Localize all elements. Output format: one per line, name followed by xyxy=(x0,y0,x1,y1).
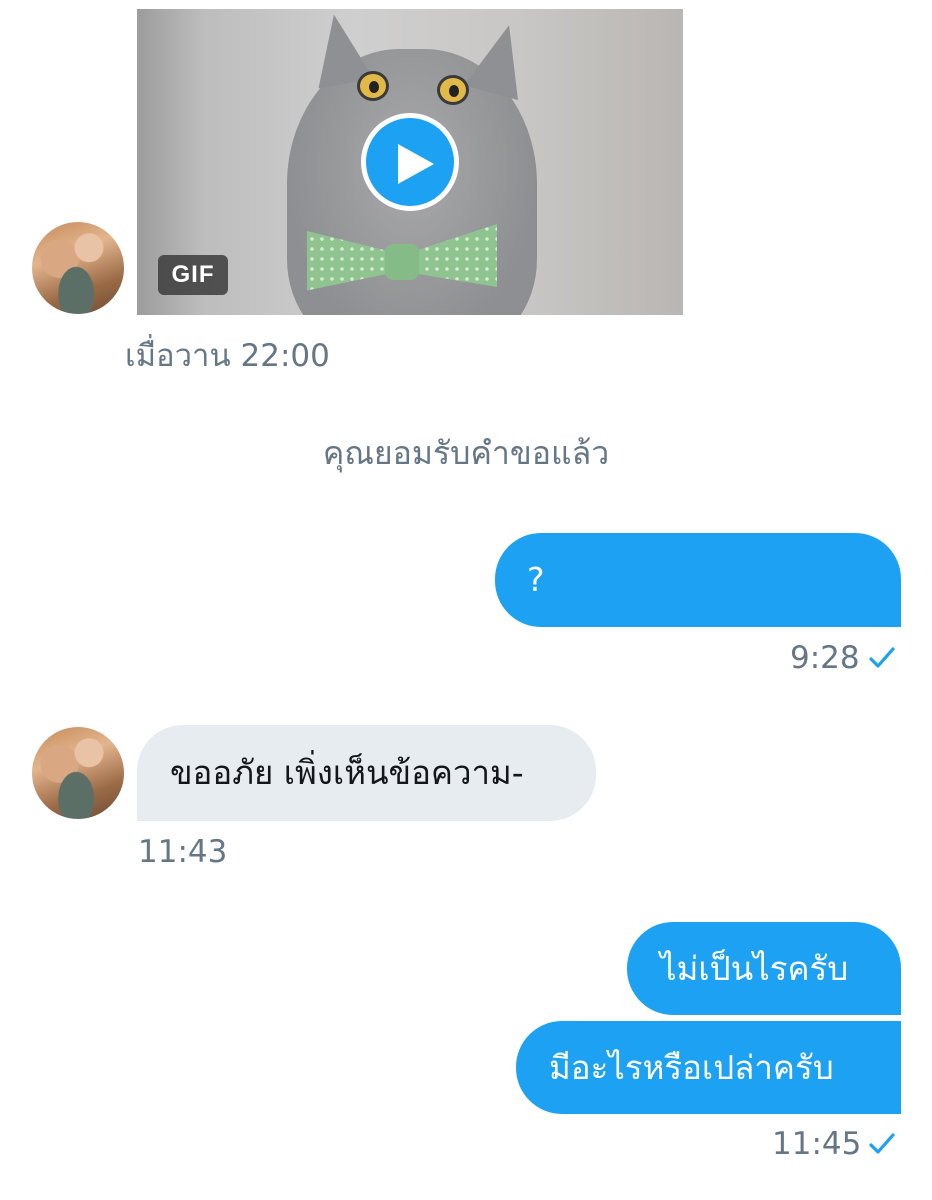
play-button[interactable] xyxy=(361,113,459,211)
request-accepted-note: คุณยอมรับคำขอแล้ว xyxy=(322,434,610,472)
message-bubble-incoming[interactable]: ขออภัย เพิ่งเห็นข้อความ- xyxy=(137,725,596,821)
message-timestamp: 11:43 xyxy=(138,834,228,870)
message-timestamp: 9:28 xyxy=(790,640,860,676)
gif-badge: GIF xyxy=(158,255,228,295)
message-timestamp: 11:45 xyxy=(772,1126,862,1162)
contact-avatar[interactable] xyxy=(32,222,124,314)
message-bubble-outgoing[interactable]: ? xyxy=(495,533,901,627)
message-bubble-outgoing[interactable]: มีอะไรหรือเปล่าครับ xyxy=(516,1021,901,1114)
message-bubble-outgoing[interactable]: ไม่เป็นไรครับ xyxy=(627,922,901,1015)
message-text: ? xyxy=(527,560,545,600)
message-text: มีอะไรหรือเปล่าครับ xyxy=(549,1047,834,1087)
play-icon xyxy=(398,144,434,184)
contact-avatar[interactable] xyxy=(32,727,124,819)
sent-check-icon xyxy=(869,1133,895,1154)
sent-check-icon xyxy=(869,647,895,668)
message-text: ไม่เป็นไรครับ xyxy=(660,948,849,988)
bowtie-image xyxy=(307,224,497,304)
gif-message-timestamp: เมื่อวาน 22:00 xyxy=(125,338,330,374)
message-text: ขออภัย เพิ่งเห็นข้อความ- xyxy=(170,753,524,793)
